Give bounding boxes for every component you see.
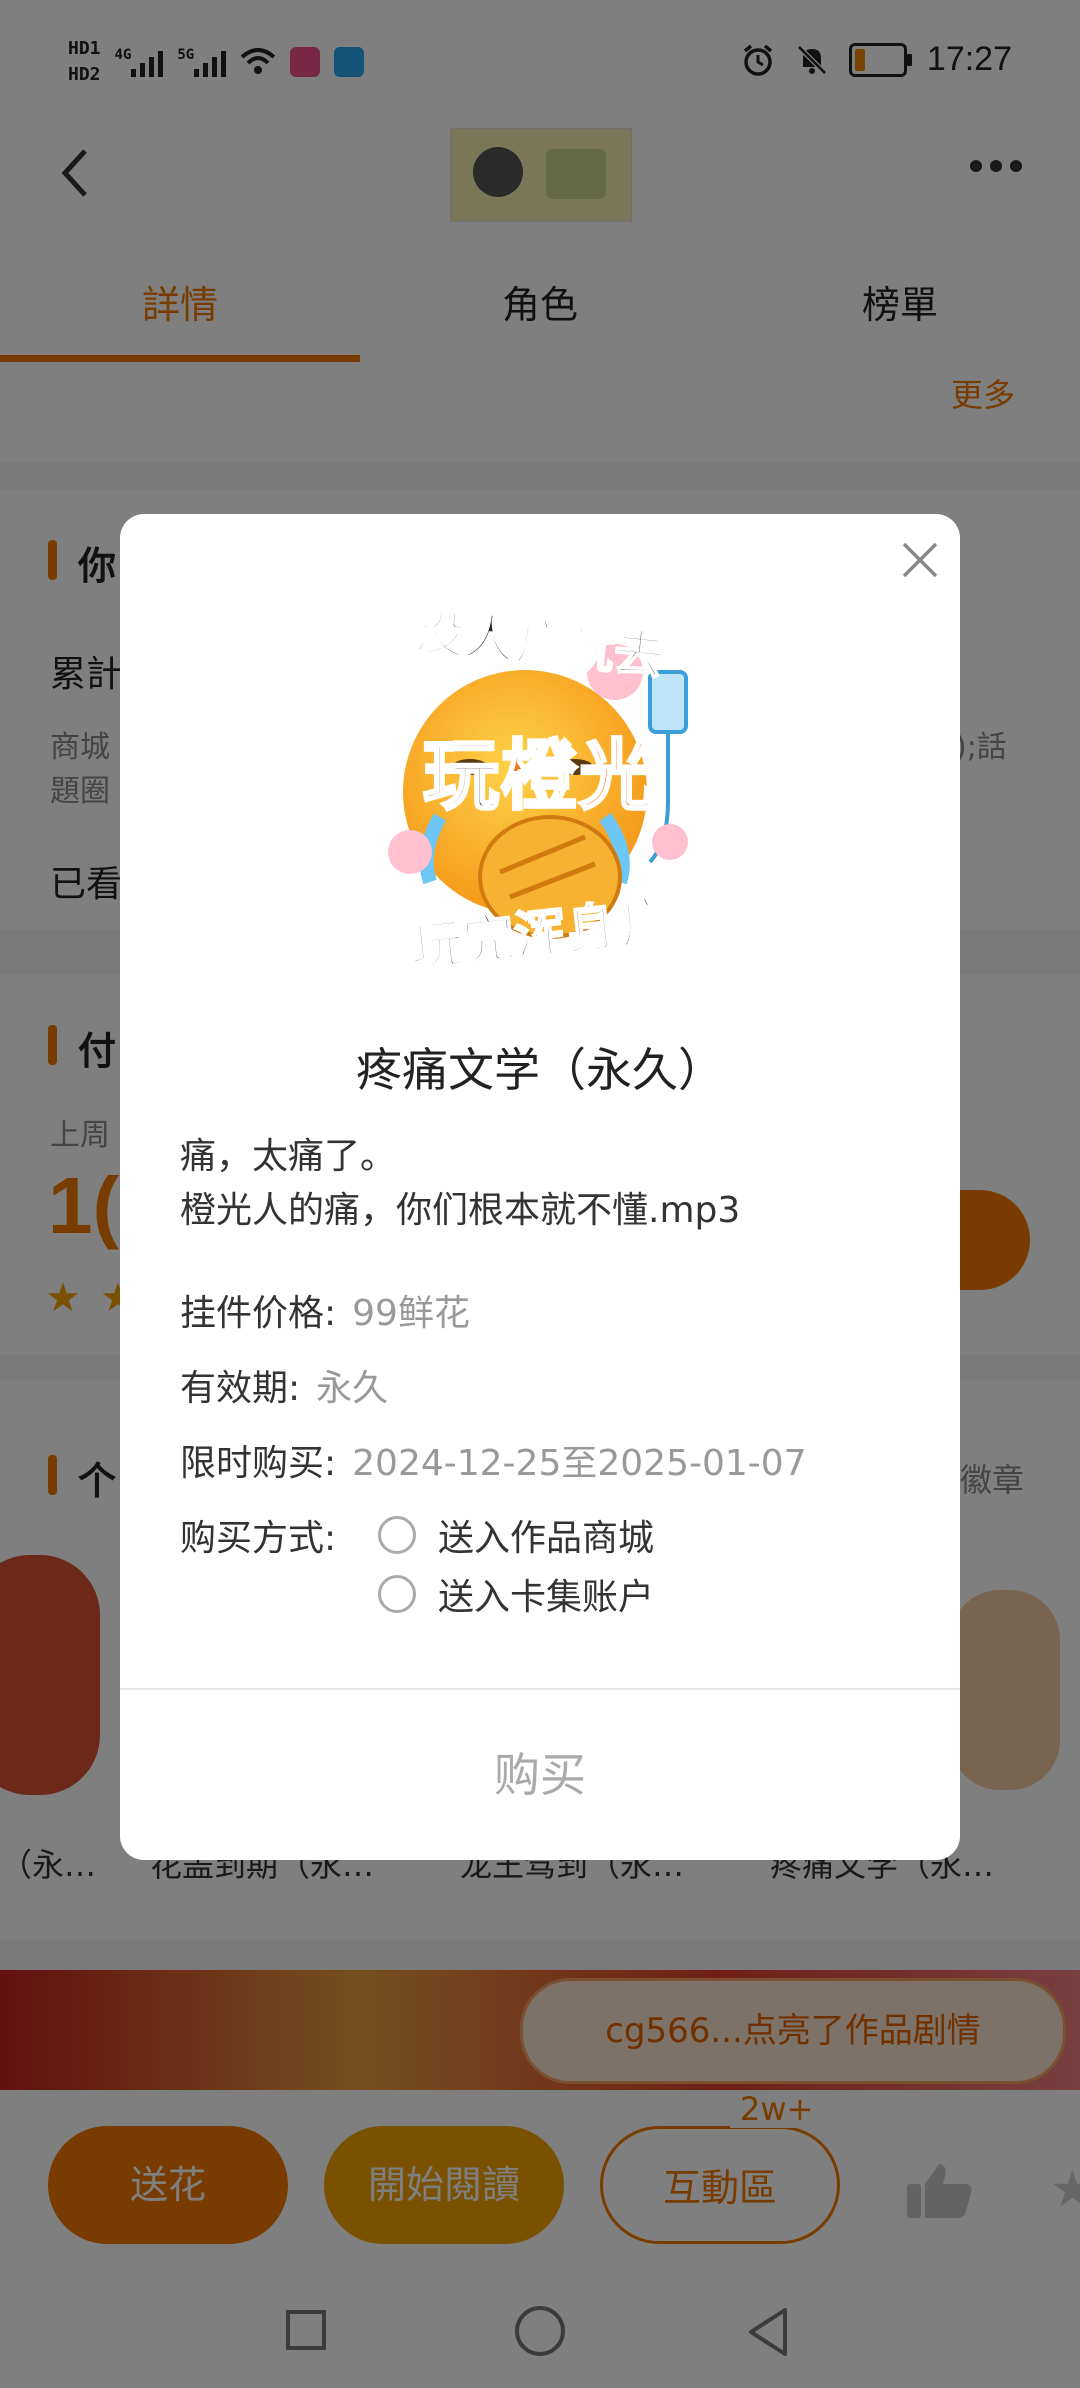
option-label: 送入作品商城 bbox=[438, 1518, 655, 1559]
close-icon[interactable] bbox=[898, 538, 942, 582]
method-row: 购买方式: bbox=[180, 1509, 336, 1561]
method-label: 购买方式: bbox=[180, 1518, 337, 1559]
pendant-purchase-dialog: 没人疼就去 玩橙光 玩完浑身疼 疼痛文学（永久） 痛，太痛了。 橙光人的痛，你们… bbox=[120, 514, 960, 1860]
limited-value: 2024-12-25至2025-01-07 bbox=[352, 1443, 807, 1484]
radio-button[interactable] bbox=[378, 1575, 416, 1613]
pendant-description: 痛，太痛了。 橙光人的痛，你们根本就不懂.mp3 bbox=[180, 1136, 741, 1231]
dialog-title: 疼痛文学（永久） bbox=[356, 1043, 724, 1097]
limited-label: 限时购买: bbox=[180, 1443, 337, 1484]
pendant-sticker-image: 没人疼就去 玩橙光 玩完浑身疼 bbox=[350, 601, 730, 982]
option-label: 送入卡集账户 bbox=[438, 1577, 655, 1618]
option-send-to-mall[interactable]: 送入作品商城 bbox=[378, 1509, 654, 1561]
limited-time-row: 限时购买: 2024-12-25至2025-01-07 bbox=[180, 1434, 807, 1486]
sticker-text-mid: 玩橙光 bbox=[350, 714, 730, 824]
price-row: 挂件价格: 99鲜花 bbox=[180, 1284, 470, 1336]
option-send-to-card-account[interactable]: 送入卡集账户 bbox=[378, 1568, 654, 1620]
validity-label: 有效期: bbox=[180, 1368, 301, 1409]
sticker-text-mid-b: 橙光 bbox=[500, 730, 657, 822]
validity-value: 永久 bbox=[316, 1368, 389, 1409]
price-value: 99鲜花 bbox=[352, 1293, 470, 1334]
radio-button[interactable] bbox=[378, 1516, 416, 1554]
price-label: 挂件价格: bbox=[180, 1293, 337, 1334]
sticker-text-mid-a: 玩 bbox=[422, 730, 501, 822]
validity-row: 有效期: 永久 bbox=[180, 1359, 388, 1411]
buy-button[interactable]: 购买 bbox=[120, 1690, 960, 1860]
